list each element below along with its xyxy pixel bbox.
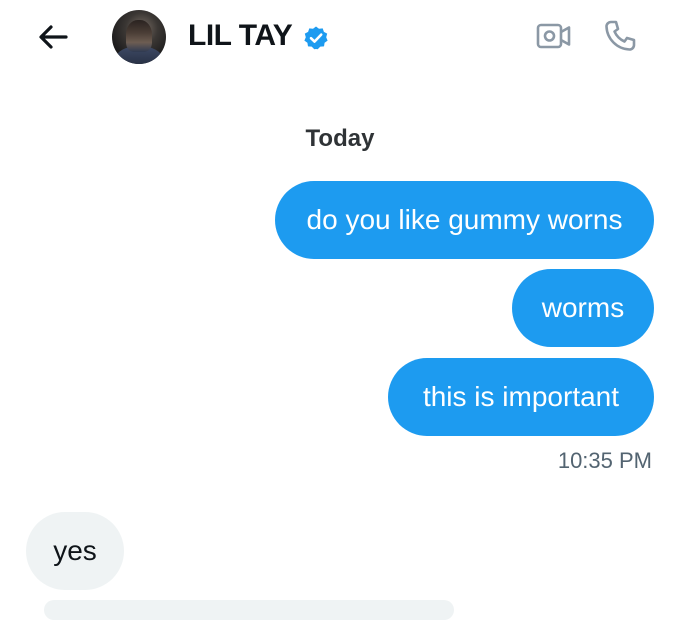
message-text: yes (53, 535, 97, 566)
message-bubble-incoming[interactable]: yes (26, 512, 124, 590)
message-bubble-partial (44, 600, 454, 620)
verified-badge-icon (304, 26, 328, 50)
phone-icon (605, 20, 636, 51)
back-arrow-icon (39, 25, 68, 49)
message-timestamp: 10:35 PM (557, 448, 652, 473)
message-text: worms (541, 292, 625, 323)
video-camera-icon (536, 23, 571, 49)
avatar[interactable] (112, 10, 166, 64)
message-bubble-outgoing[interactable]: worms (512, 269, 654, 347)
message-text: this is important (422, 381, 620, 412)
conversation-header: LIL TAY (0, 0, 680, 76)
message-bubble-outgoing[interactable]: do you like gummy worns (275, 181, 654, 259)
message-text: do you like gummy worns (306, 204, 623, 235)
message-bubble-outgoing[interactable]: this is important (388, 358, 654, 436)
voice-call-button[interactable] (602, 18, 638, 54)
video-call-button[interactable] (535, 20, 573, 52)
back-button[interactable] (34, 18, 72, 56)
date-separator: Today (305, 125, 375, 152)
contact-name[interactable]: LIL TAY (188, 18, 293, 54)
